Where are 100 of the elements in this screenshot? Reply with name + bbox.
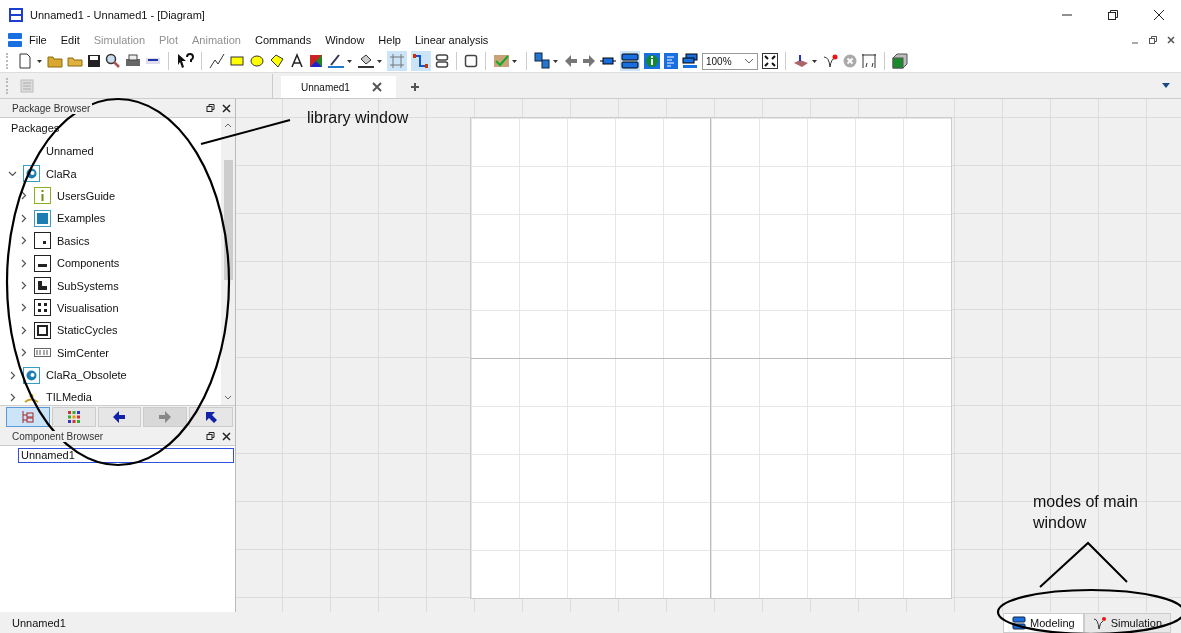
close-icon[interactable] [1153, 9, 1165, 21]
help-pointer-icon[interactable] [176, 53, 194, 69]
tree-item[interactable]: ClaRa_Obsolete [8, 363, 221, 387]
zoom-dropdown[interactable]: 100% [702, 52, 758, 70]
package-icon [34, 232, 51, 250]
search-icon[interactable] [105, 53, 121, 69]
chevron-icon[interactable] [19, 236, 28, 246]
tree-item[interactable]: ClaRa [8, 162, 221, 185]
scroll-up-icon[interactable] [224, 122, 232, 128]
float-icon[interactable] [206, 103, 216, 113]
status-text: Unnamed1 [12, 616, 66, 629]
fit-window-icon[interactable] [762, 53, 778, 69]
color-fill-icon[interactable] [309, 54, 323, 68]
chevron-icon[interactable] [19, 325, 28, 335]
chevron-icon[interactable] [8, 370, 17, 380]
panel-title: Component Browser [10, 430, 106, 442]
caret-icon [744, 57, 754, 65]
tree-item[interactable]: SimCenter [8, 341, 221, 364]
time-interval-icon[interactable] [861, 53, 877, 69]
info-icon [34, 187, 51, 205]
dropdown-arrow-icon[interactable] [1161, 83, 1171, 89]
duplicate-icon[interactable] [534, 52, 560, 70]
float-icon[interactable] [206, 431, 216, 441]
component-name-field[interactable]: Unnamed1 [18, 448, 234, 463]
diagram-layer-icon[interactable] [620, 51, 640, 71]
package-icon [34, 321, 51, 339]
line-tool-icon[interactable] [209, 53, 225, 69]
window-title: Unnamed1 - Unnamed1 - [Diagram] [30, 9, 205, 21]
forward-arrow-icon [158, 410, 173, 424]
info-icon[interactable] [644, 53, 660, 69]
chevron-icon[interactable] [19, 348, 28, 358]
tree-icon [20, 410, 35, 424]
tree-item[interactable]: Basics [8, 229, 221, 252]
scrollbar[interactable] [221, 118, 235, 405]
new-file-icon[interactable] [18, 53, 32, 69]
chevron-icon[interactable] [19, 213, 28, 223]
app-logo-icon [8, 32, 22, 48]
forward-arrow-icon[interactable] [582, 54, 596, 68]
menu-item[interactable]: Commands [247, 34, 319, 46]
panel-title: Package Browser [10, 102, 93, 114]
icon-view-button[interactable] [51, 407, 96, 427]
grid-icon [66, 410, 81, 424]
back-button[interactable] [97, 407, 142, 427]
package-icon [34, 299, 51, 317]
menu-item[interactable]: Edit [53, 34, 87, 46]
close-icon[interactable] [371, 82, 382, 92]
tree-item[interactable]: SubSystems [8, 274, 221, 297]
close-icon[interactable] [1166, 35, 1176, 45]
line-color-icon[interactable] [327, 53, 353, 69]
load-result-icon[interactable] [793, 53, 819, 69]
tree-item[interactable]: Visualisation [8, 296, 221, 320]
annotation-text: library window [307, 109, 409, 127]
check-icon[interactable] [493, 53, 519, 69]
tree-item[interactable]: Components [8, 251, 221, 275]
menu-item[interactable]: Window [318, 34, 372, 46]
fill-color-icon[interactable] [357, 53, 383, 69]
close-icon[interactable] [222, 103, 231, 113]
tree-item[interactable]: UsersGuide [8, 184, 221, 208]
chevron-icon[interactable] [19, 281, 28, 291]
chevron-icon[interactable] [8, 393, 17, 402]
printer-icon[interactable] [125, 53, 141, 69]
tree-heading: Packages [10, 121, 61, 136]
tree-item[interactable]: TILMedia [8, 386, 221, 409]
menu-item[interactable]: Linear analysis [407, 34, 496, 46]
polygon-tool-icon[interactable] [269, 53, 285, 69]
toggle-view-icon[interactable] [435, 53, 449, 69]
chevron-icon[interactable] [19, 191, 28, 201]
back-arrow-icon[interactable] [564, 54, 578, 68]
tree-item[interactable]: Unnamed [8, 140, 221, 163]
up-button[interactable] [189, 407, 233, 427]
mode-tab[interactable]: Simulation [1083, 613, 1171, 633]
chevron-icon[interactable] [19, 303, 28, 313]
square-icon[interactable] [464, 54, 478, 68]
scroll-down-icon[interactable] [224, 395, 232, 401]
annotation-text: modes of main window [1033, 492, 1139, 533]
plot-variable-icon [1092, 616, 1107, 630]
menu-item[interactable]: File [22, 34, 54, 46]
restore-icon[interactable] [1107, 9, 1119, 21]
mode-tab[interactable]: Modeling [1003, 613, 1084, 633]
stacked-layers-icon[interactable] [682, 53, 698, 69]
ellipse-tool-icon[interactable] [249, 53, 265, 69]
connector-routing-icon[interactable] [411, 51, 431, 71]
chevron-icon[interactable] [19, 258, 28, 268]
chevron-icon[interactable] [8, 169, 17, 179]
library-icon [23, 366, 40, 384]
close-icon[interactable] [222, 431, 231, 441]
open-folder-icon[interactable] [47, 53, 63, 69]
cube-icon[interactable] [892, 53, 908, 69]
back-arrow-icon [112, 410, 127, 424]
save-icon[interactable] [87, 54, 101, 68]
scroll-thumb[interactable] [223, 160, 233, 280]
tree-item[interactable]: Examples [8, 207, 221, 230]
text-tool-icon[interactable] [289, 53, 305, 69]
add-tab-icon[interactable] [409, 82, 420, 92]
plot-variable-icon[interactable] [823, 53, 839, 69]
document-tab[interactable]: Unnamed1 [281, 76, 396, 98]
tree-item[interactable]: StaticCycles [8, 319, 221, 342]
restore-icon[interactable] [1148, 35, 1158, 45]
tree-view-button[interactable] [6, 407, 50, 427]
menu-item[interactable]: Help [371, 34, 408, 46]
